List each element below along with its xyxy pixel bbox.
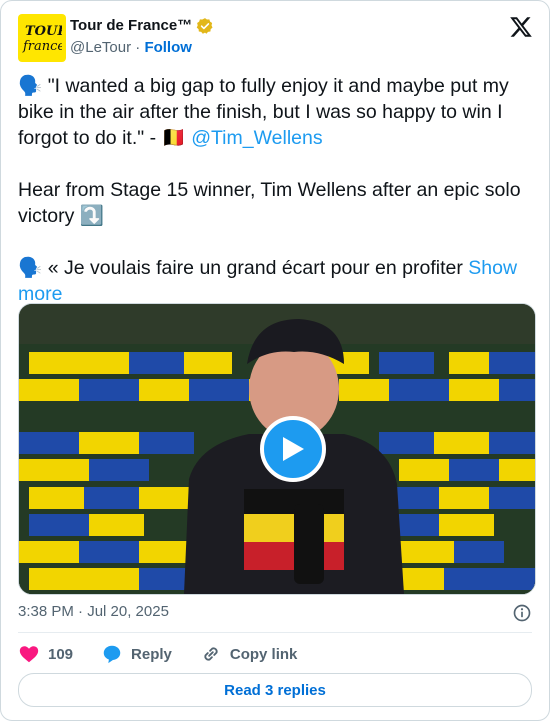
reply-label: Reply	[131, 645, 172, 663]
tweet-paragraph-2: Hear from Stage 15 winner, Tim Wellens a…	[18, 179, 526, 227]
account-names: Tour de France™ @LeTour · Follow	[70, 16, 214, 58]
play-button[interactable]	[260, 416, 326, 482]
follow-button[interactable]: Follow	[144, 39, 192, 56]
mention-link[interactable]: @Tim_Wellens	[191, 127, 322, 149]
x-logo-icon[interactable]	[509, 15, 533, 39]
tweet-paragraph-3: 🗣️ « Je voulais faire un grand écart pou…	[18, 257, 469, 279]
video-media[interactable]	[18, 303, 536, 595]
reply-button[interactable]: Reply	[101, 643, 172, 665]
play-icon	[283, 437, 304, 461]
read-replies-label: Read 3 replies	[224, 681, 326, 699]
reply-bubble-icon	[103, 645, 121, 664]
timestamp-row: 3:38 PM · Jul 20, 2025	[18, 603, 532, 623]
timestamp[interactable]: 3:38 PM · Jul 20, 2025	[18, 603, 169, 620]
handle[interactable]: @LeTour	[70, 39, 131, 56]
svg-text:france: france	[22, 39, 62, 54]
info-icon[interactable]	[512, 603, 532, 623]
separator: ·	[135, 39, 141, 56]
verified-badge-icon	[197, 18, 213, 34]
divider	[18, 632, 532, 633]
copy-link-button[interactable]: Copy link	[200, 643, 298, 665]
svg-text:TOUR: TOUR	[25, 24, 62, 39]
tweet-header: TOUR france Tour de France™ @LeTour · Fo…	[18, 14, 533, 62]
display-name[interactable]: Tour de France™	[70, 16, 192, 36]
avatar[interactable]: TOUR france	[18, 14, 66, 62]
tweet-embed-card: TOUR france Tour de France™ @LeTour · Fo…	[0, 0, 550, 721]
like-button[interactable]: 109	[18, 643, 73, 665]
heart-icon	[19, 646, 39, 663]
link-icon	[204, 647, 218, 661]
read-replies-button[interactable]: Read 3 replies	[18, 673, 532, 707]
tweet-text: 🗣️ "I wanted a big gap to fully enjoy it…	[18, 73, 536, 307]
copy-link-label: Copy link	[229, 645, 298, 663]
action-bar: 109 Reply Copy link	[18, 641, 532, 667]
like-count: 109	[48, 645, 74, 663]
